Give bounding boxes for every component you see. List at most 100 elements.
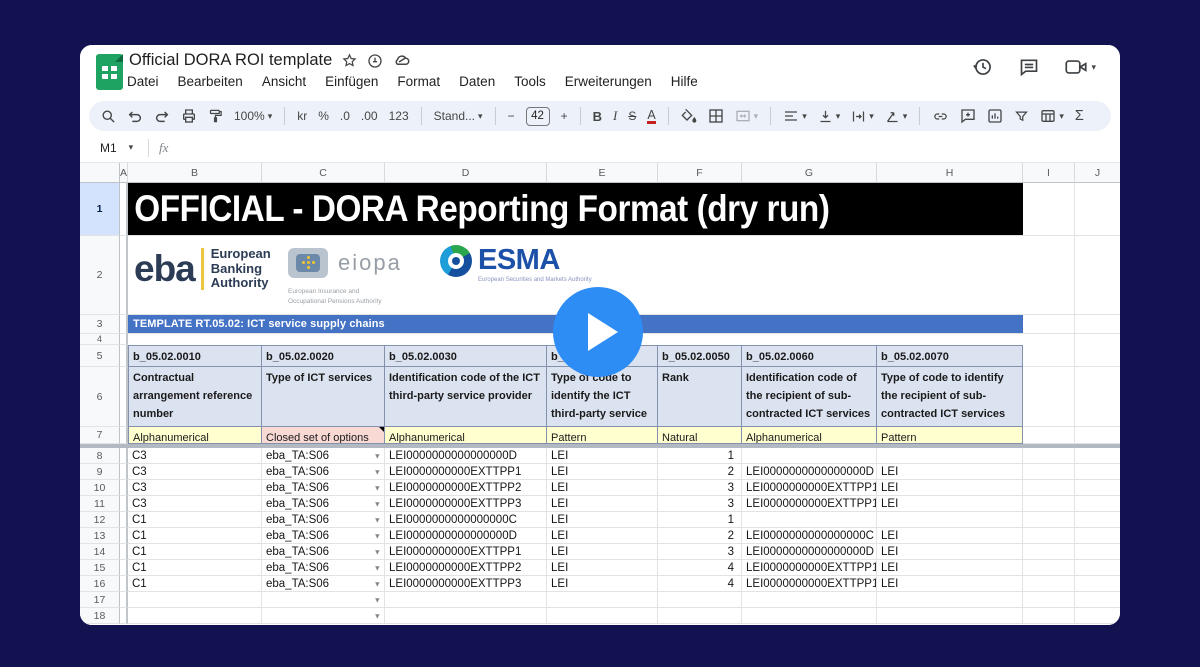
fill-color-button[interactable] [681,108,697,124]
cell-C16[interactable]: eba_TA:S06▼ [262,576,385,592]
borders-button[interactable] [708,108,724,124]
cell-A2[interactable] [120,236,128,315]
cell-J9[interactable] [1075,464,1120,480]
dropdown-caret-icon[interactable]: ▼ [374,515,381,524]
cell-I9[interactable] [1023,464,1075,480]
cell-B12[interactable]: C1 [128,512,262,528]
row-header-3[interactable]: 3 [80,315,120,334]
font-select[interactable]: Stand...▾ [434,109,483,123]
doc-title[interactable]: Official DORA ROI template [129,51,332,70]
cell-C14[interactable]: eba_TA:S06▼ [262,544,385,560]
cell-B9[interactable]: C3 [128,464,262,480]
bold-button[interactable]: B [593,109,602,124]
cell-E15[interactable]: LEI [547,560,658,576]
cell-A4[interactable] [120,334,128,345]
menu-ansicht[interactable]: Ansicht [262,74,306,89]
column-header-I[interactable]: I [1023,163,1075,183]
menu-datei[interactable]: Datei [127,74,159,89]
search-menus-button[interactable] [101,109,116,124]
cell-I8[interactable] [1023,448,1075,464]
cell-F12[interactable]: 1 [658,512,742,528]
cell-I3[interactable] [1023,315,1075,334]
cell-G15[interactable]: LEI0000000000EXTTPP1 [742,560,877,576]
text-color-button[interactable]: A [647,109,655,124]
cell-D10[interactable]: LEI0000000000EXTTPP2 [385,480,547,496]
row-header-15[interactable]: 15 [80,560,120,576]
print-button[interactable] [181,108,197,124]
field-descriptions-1[interactable]: Contractual arrangement reference number [128,367,262,427]
cell-H16[interactable]: LEI [877,576,1023,592]
field-types-4[interactable]: Pattern [547,427,658,444]
cell-F9[interactable]: 2 [658,464,742,480]
cell-I12[interactable] [1023,512,1075,528]
cell-E9[interactable]: LEI [547,464,658,480]
cell-H8[interactable] [877,448,1023,464]
version-history-icon[interactable] [973,57,993,77]
cell-D14[interactable]: LEI0000000000EXTTPP1 [385,544,547,560]
cell-I4[interactable] [1023,334,1075,345]
cell-A18[interactable] [120,608,128,624]
cell-J7[interactable] [1075,427,1120,444]
star-button[interactable] [342,53,357,68]
cell-F13[interactable]: 2 [658,528,742,544]
dropdown-caret-icon[interactable]: ▼ [374,611,381,620]
column-header-G[interactable]: G [742,163,877,183]
redo-button[interactable] [154,109,170,123]
field-descriptions-3[interactable]: Identification code of the ICT third-par… [385,367,547,427]
column-header-E[interactable]: E [547,163,658,183]
cell-E11[interactable]: LEI [547,496,658,512]
cell-G9[interactable]: LEI0000000000000000D [742,464,877,480]
field-descriptions-5[interactable]: Rank [658,367,742,427]
cell-G18[interactable] [742,608,877,624]
cell-J6[interactable] [1075,367,1120,427]
cell-G14[interactable]: LEI0000000000000000D [742,544,877,560]
select-all-corner[interactable] [80,163,120,183]
cell-F14[interactable]: 3 [658,544,742,560]
cell-D16[interactable]: LEI0000000000EXTTPP3 [385,576,547,592]
cell-I16[interactable] [1023,576,1075,592]
dropdown-caret-icon[interactable]: ▼ [374,451,381,460]
column-header-B[interactable]: B [128,163,262,183]
cell-J8[interactable] [1075,448,1120,464]
cell-E10[interactable]: LEI [547,480,658,496]
field-codes-2[interactable]: b_05.02.0020 [262,345,385,367]
cell-J10[interactable] [1075,480,1120,496]
cell-J11[interactable] [1075,496,1120,512]
cell-F17[interactable] [658,592,742,608]
field-descriptions-2[interactable]: Type of ICT services [262,367,385,427]
cell-E16[interactable]: LEI [547,576,658,592]
menu-bearbeiten[interactable]: Bearbeiten [178,74,243,89]
cell-J17[interactable] [1075,592,1120,608]
cell-D17[interactable] [385,592,547,608]
cell-J15[interactable] [1075,560,1120,576]
meet-camera-button[interactable]: ▾ [1065,59,1096,75]
cell-C17[interactable]: ▼ [262,592,385,608]
cell-J13[interactable] [1075,528,1120,544]
cell-B15[interactable]: C1 [128,560,262,576]
cell-A13[interactable] [120,528,128,544]
cell-E14[interactable]: LEI [547,544,658,560]
cell-D9[interactable]: LEI0000000000EXTTPP1 [385,464,547,480]
row-header-10[interactable]: 10 [80,480,120,496]
cell-I14[interactable] [1023,544,1075,560]
menu-einfügen[interactable]: Einfügen [325,74,378,89]
name-box[interactable]: M1▾ [80,141,144,155]
cell-C9[interactable]: eba_TA:S06▼ [262,464,385,480]
text-rotation-button[interactable]: ▾ [885,109,908,124]
cell-F8[interactable]: 1 [658,448,742,464]
cell-D12[interactable]: LEI0000000000000000C [385,512,547,528]
cell-B17[interactable] [128,592,262,608]
cell-I11[interactable] [1023,496,1075,512]
row-header-18[interactable]: 18 [80,608,120,624]
font-size-decrease-button[interactable]: − [508,109,515,123]
insert-chart-button[interactable] [987,108,1003,124]
cell-H14[interactable]: LEI [877,544,1023,560]
cell-C8[interactable]: eba_TA:S06▼ [262,448,385,464]
cell-F15[interactable]: 4 [658,560,742,576]
menu-format[interactable]: Format [397,74,440,89]
cell-A15[interactable] [120,560,128,576]
cell-B14[interactable]: C1 [128,544,262,560]
field-types-5[interactable]: Natural number [658,427,742,444]
cell-H11[interactable]: LEI [877,496,1023,512]
cell-G10[interactable]: LEI0000000000EXTTPP1 [742,480,877,496]
